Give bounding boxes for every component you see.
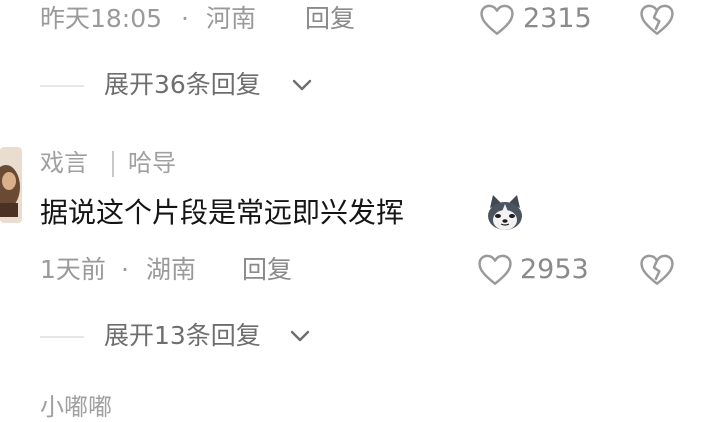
husky-face-emoji (488, 195, 522, 230)
comment-1-location: 河南 (206, 4, 257, 33)
chevron-down-icon[interactable] (291, 76, 313, 94)
heart-outline-icon[interactable] (476, 252, 514, 286)
comment-2-dot: · (121, 255, 129, 284)
author-separator (112, 151, 114, 177)
expand-divider (40, 336, 84, 338)
comment-2-reply-button[interactable]: 回复 (242, 255, 292, 285)
broken-heart-icon[interactable] (638, 2, 676, 36)
comment-1-dot: · (181, 4, 189, 33)
broken-heart-icon[interactable] (638, 252, 676, 286)
chevron-down-icon[interactable] (289, 327, 311, 345)
comment-1-expand-label[interactable]: 展开36条回复 (104, 70, 261, 100)
comment-2-expand-label[interactable]: 展开13条回复 (104, 321, 261, 351)
comment-2-like-count: 2953 (520, 254, 589, 285)
comment-1-timestamp: 昨天18:05 (40, 4, 163, 33)
expand-divider (40, 85, 84, 87)
comment-2-timestamp: 1天前 (40, 255, 106, 284)
comment-1-like-count: 2315 (523, 3, 592, 34)
comment-1-reply-button[interactable]: 回复 (305, 4, 355, 34)
comment-3-author[interactable]: 小嘟嘟 (40, 392, 112, 422)
avatar[interactable] (0, 147, 22, 223)
comment-2-location: 湖南 (146, 255, 197, 284)
comment-2-author-tag: 哈导 (128, 149, 176, 177)
comment-2-text: 据说这个片段是常远即兴发挥 (40, 196, 405, 229)
heart-outline-icon[interactable] (478, 2, 516, 36)
comment-2-author[interactable]: 戏言 (40, 148, 88, 178)
